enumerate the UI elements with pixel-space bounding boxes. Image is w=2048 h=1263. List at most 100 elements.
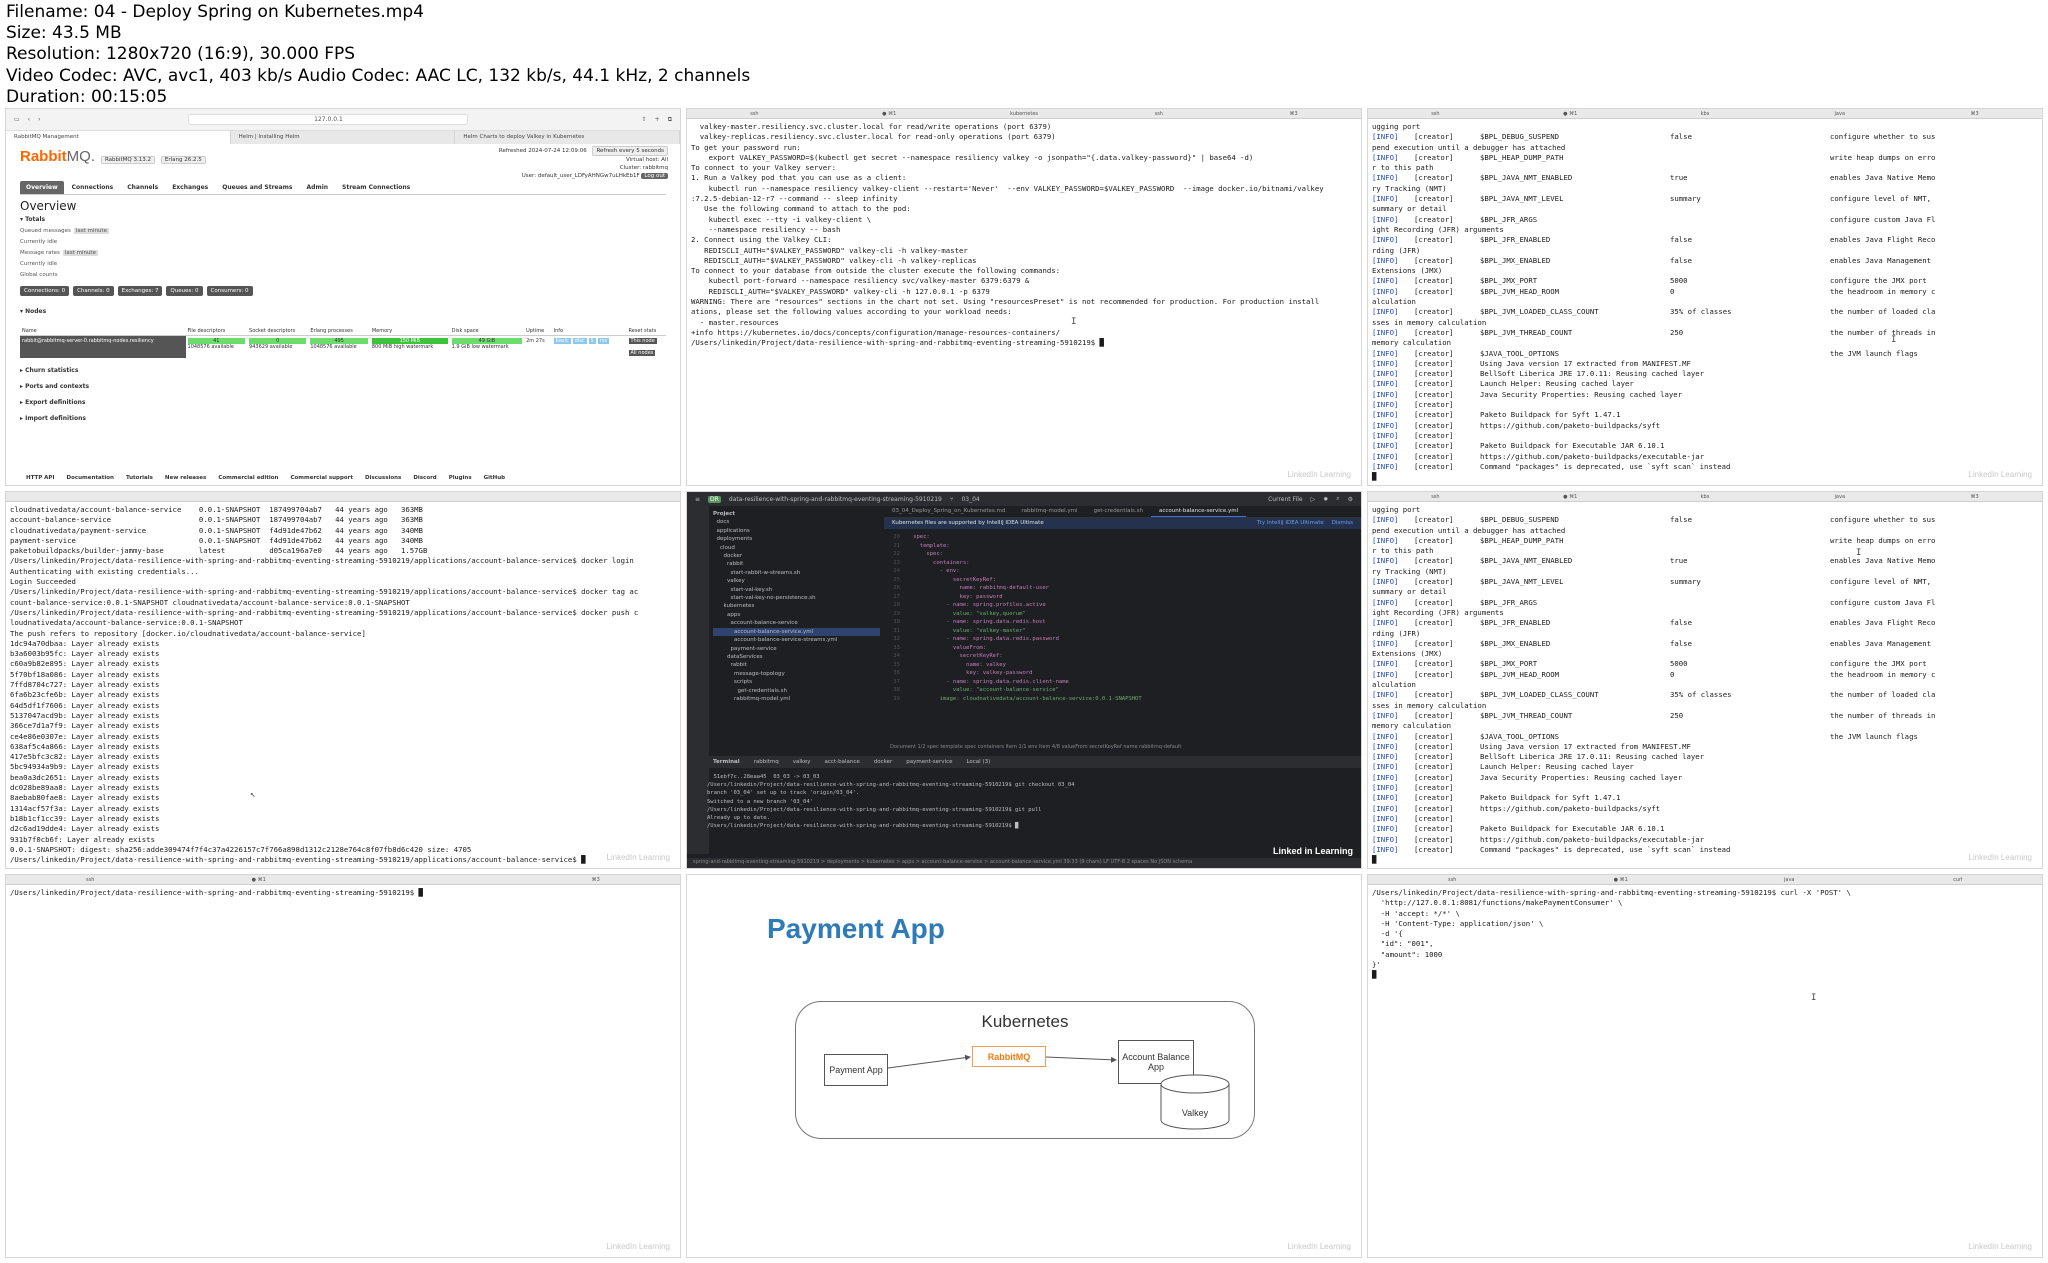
editor-tab[interactable]: get-credentials.sh	[1086, 506, 1151, 517]
terminal-tab[interactable]: ● ⌘1	[1503, 494, 1638, 500]
terminal-output[interactable]: cloudnativedata/account-balance-service …	[6, 502, 680, 868]
tree-item[interactable]: account-balance-service	[713, 619, 880, 627]
import-toggle[interactable]: ▸ Import definitions	[20, 415, 666, 422]
rabbitmq-logo[interactable]: RabbitMQ.	[20, 148, 95, 165]
debug-icon[interactable]: ✹	[1323, 496, 1328, 503]
tree-item[interactable]: kubernetes	[713, 602, 880, 610]
yaml-breadcrumb[interactable]: Document 1/2 spec template spec containe…	[884, 742, 1361, 754]
tree-item[interactable]: rabbit	[713, 661, 880, 669]
new-tab-icon[interactable]: +	[655, 116, 660, 123]
terminal-tab[interactable]: ⌘3	[512, 877, 681, 883]
tab-admin[interactable]: Admin	[301, 181, 335, 194]
logout-button[interactable]: Log out	[641, 173, 668, 179]
terminal-tab[interactable]: ssh	[1368, 111, 1503, 117]
tree-item[interactable]: start-rabbit-w-streams.sh	[713, 569, 880, 577]
refresh-select[interactable]: Refresh every 5 seconds	[592, 146, 668, 156]
terminal-tab[interactable]: kbs	[1638, 494, 1773, 500]
tree-item[interactable]: docs	[713, 518, 880, 526]
try-ultimate-link[interactable]: Try IntelliJ IDEA Ultimate	[1257, 520, 1324, 527]
consumers-count-button[interactable]: Consumers: 0	[206, 286, 253, 296]
project-label[interactable]: Project	[713, 510, 880, 518]
terminal-tab[interactable]: ● ⌘1	[175, 877, 344, 883]
tab-connections[interactable]: Connections	[66, 181, 120, 194]
tab-exchanges[interactable]: Exchanges	[166, 181, 214, 194]
tabs-icon[interactable]: ⧉	[668, 116, 672, 124]
terminal-tab[interactable]: docker	[868, 758, 899, 766]
tree-item[interactable]: cloud	[713, 544, 880, 552]
terminal-tab[interactable]: valkey	[787, 758, 817, 766]
tree-item[interactable]: start-val-key.sh	[713, 586, 880, 594]
footer-link[interactable]: GitHub	[484, 475, 505, 481]
terminal-tab[interactable]: payment-service	[900, 758, 958, 766]
tree-item[interactable]: account-balance-service.yml	[713, 627, 880, 637]
channels-count-button[interactable]: Channels: 0	[73, 286, 114, 296]
terminal-tab[interactable]: ● ⌘1	[1537, 877, 1706, 883]
terminal-tab[interactable]: Terminal	[707, 758, 746, 766]
tree-item[interactable]: message-topology	[713, 670, 880, 678]
tab-channels[interactable]: Channels	[121, 181, 164, 194]
terminal-tab[interactable]: ⌘3	[1907, 494, 2042, 500]
terminal-tab[interactable]: ssh	[1091, 111, 1226, 117]
terminal-prompt[interactable]: /Users/linkedin/Project/data-resilience-…	[6, 885, 680, 901]
tree-item[interactable]: applications	[713, 527, 880, 535]
editor-tab[interactable]: rabbitmq-model.yml	[1013, 506, 1085, 517]
terminal-tab[interactable]: java	[1772, 111, 1907, 117]
terminal-tab[interactable]: curl	[1874, 877, 2043, 883]
terminal-tab[interactable]: ssh	[1368, 877, 1537, 883]
project-name[interactable]: data-resilience-with-spring-and-rabbitmq…	[729, 496, 942, 503]
code-editor[interactable]: 20 spec: 21 template: 22 spec: 23 contai…	[884, 530, 1361, 740]
terminal-tab[interactable]: ssh	[687, 111, 822, 117]
footer-link[interactable]: Commercial edition	[218, 475, 278, 481]
footer-link[interactable]: Documentation	[67, 475, 114, 481]
queues-count-button[interactable]: Queues: 0	[166, 286, 203, 296]
terminal-tab[interactable]: ⌘3	[1226, 111, 1361, 117]
terminal-tab[interactable]: ssh	[1368, 494, 1503, 500]
terminal-output[interactable]: ugging port [INFO] [creator] $BPL_DEBUG_SUS…	[1368, 502, 2042, 868]
run-config-select[interactable]: Current File	[1268, 496, 1302, 503]
tree-item[interactable]: payment-service	[713, 645, 880, 653]
ide-terminal-output[interactable]: 51ebf7c..28eaa45 03_03 -> 03_03/Users/li…	[701, 770, 1361, 850]
terminal-output[interactable]: /Users/linkedin/Project/data-resilience-…	[1368, 885, 2042, 984]
tree-item[interactable]: get-credentials.sh	[713, 687, 880, 695]
forward-icon[interactable]: ›	[38, 116, 40, 123]
footer-link[interactable]: Tutorials	[126, 475, 153, 481]
share-icon[interactable]: ⇧	[642, 116, 647, 123]
tree-item[interactable]: valkey	[713, 577, 880, 585]
footer-link[interactable]: HTTP API	[26, 475, 55, 481]
totals-toggle[interactable]: ▾ Totals	[20, 216, 666, 223]
terminal-tab[interactable]: ● ⌘1	[1503, 111, 1638, 117]
tree-item[interactable]: rabbitmq-model.yml	[713, 695, 880, 703]
terminal-tab[interactable]: ⌘3	[1907, 111, 2042, 117]
terminal-output[interactable]: valkey-master.resiliency.svc.cluster.loc…	[687, 119, 1361, 352]
terminal-output[interactable]: ugging port [INFO] [creator] $BPL_DEBUG_SUS…	[1368, 119, 2042, 485]
branch-select[interactable]: 03_04	[961, 496, 979, 503]
tab-stream-connections[interactable]: Stream Connections	[336, 181, 416, 194]
reset-all-nodes-button[interactable]: All nodes	[628, 350, 656, 356]
footer-link[interactable]: Plugins	[449, 475, 472, 481]
terminal-tab[interactable]: java	[1705, 877, 1874, 883]
reset-this-node-button[interactable]: This node	[628, 338, 657, 344]
address-bar[interactable]: 127.0.0.1	[188, 114, 469, 125]
sidebar-icon[interactable]: ▭	[14, 116, 20, 123]
tree-item[interactable]: docker	[713, 552, 880, 560]
terminal-tab[interactable]: acct-balance	[819, 758, 866, 766]
connections-count-button[interactable]: Connections: 0	[20, 286, 70, 296]
browser-tab[interactable]: Helm Charts to deploy Valkey in Kubernet…	[455, 131, 680, 144]
editor-tab[interactable]: account-balance-service.yml	[1150, 506, 1247, 517]
tree-item[interactable]: scripts	[713, 678, 880, 686]
ports-toggle[interactable]: ▸ Ports and contexts	[20, 383, 666, 390]
terminal-tab[interactable]: ● ⌘1	[822, 111, 957, 117]
footer-link[interactable]: Discussions	[365, 475, 401, 481]
tree-item[interactable]: deployments	[713, 535, 880, 543]
range-select[interactable]: last minute	[62, 250, 98, 256]
gear-icon[interactable]: ⚙	[1348, 496, 1353, 503]
terminal-tab[interactable]: rabbitmq	[748, 758, 785, 766]
search-icon[interactable]: ⌕	[1336, 495, 1339, 503]
terminal-tab[interactable]: kubernetes	[957, 111, 1092, 117]
browser-tab[interactable]: RabbitMQ Management	[6, 131, 231, 144]
node-name-link[interactable]: rabbit@rabbitmq-server-0.rabbitmq-nodes.…	[20, 335, 186, 358]
back-icon[interactable]: ‹	[28, 116, 30, 123]
tab-queues[interactable]: Queues and Streams	[216, 181, 298, 194]
footer-link[interactable]: Discord	[413, 475, 436, 481]
vhost-select[interactable]: Virtual host: All	[499, 156, 668, 164]
